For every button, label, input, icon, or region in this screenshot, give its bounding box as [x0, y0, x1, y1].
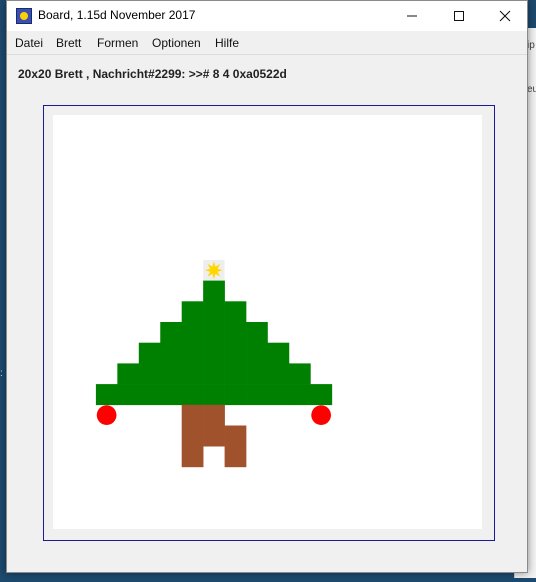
tree-cell[interactable] — [181, 384, 204, 406]
tree-cell[interactable] — [138, 363, 161, 385]
board-canvas[interactable] — [53, 115, 482, 529]
tree-cell[interactable] — [160, 384, 182, 406]
tree-cell[interactable] — [203, 301, 225, 323]
trunk-cell[interactable] — [224, 446, 247, 468]
tree-cell[interactable] — [138, 384, 161, 406]
background-window-fragment: eu — [527, 84, 536, 95]
menu-optionen[interactable]: Optionen — [152, 36, 201, 50]
ornament-cell[interactable] — [311, 405, 331, 425]
menu-brett[interactable]: Brett — [56, 36, 81, 50]
close-button[interactable] — [483, 1, 527, 31]
tree-cell[interactable] — [203, 363, 225, 385]
tree-cell[interactable] — [160, 363, 182, 385]
tree-cell[interactable] — [224, 363, 247, 385]
tree-cell[interactable] — [267, 342, 290, 364]
tree-cell[interactable] — [224, 342, 247, 364]
tree-cell[interactable] — [138, 342, 161, 364]
tree-cell[interactable] — [203, 342, 225, 364]
close-icon — [499, 10, 511, 22]
tree-cell[interactable] — [117, 384, 140, 406]
trunk-cell[interactable] — [181, 425, 204, 447]
tree-cell[interactable] — [224, 301, 247, 323]
tree-cell[interactable] — [246, 342, 268, 364]
title-bar[interactable]: Board, 1.15d November 2017 — [7, 1, 527, 31]
tree-cell[interactable] — [160, 342, 182, 364]
maximize-button[interactable] — [437, 1, 481, 31]
tree-cell[interactable] — [117, 363, 140, 385]
menu-hilfe[interactable]: Hilfe — [215, 36, 239, 50]
trunk-cell[interactable] — [181, 446, 204, 468]
board-grid[interactable] — [53, 115, 482, 529]
tree-cell[interactable] — [224, 384, 247, 406]
trunk-cell[interactable] — [181, 404, 204, 426]
tree-cell[interactable] — [246, 363, 268, 385]
tree-cell[interactable] — [203, 322, 225, 343]
star-icon — [205, 261, 223, 280]
desktop-dots: : — [0, 368, 3, 379]
tree-cell[interactable] — [160, 322, 182, 343]
tree-cell[interactable] — [181, 301, 204, 323]
board-window: Board, 1.15d November 2017 Datei Brett F… — [6, 0, 528, 573]
trunk-cell[interactable] — [203, 404, 225, 426]
tree-cell[interactable] — [288, 384, 311, 406]
tree-cell[interactable] — [203, 384, 225, 406]
minimize-button[interactable] — [390, 1, 434, 31]
tree-cell[interactable] — [181, 363, 204, 385]
ornament-cell[interactable] — [96, 405, 117, 425]
app-board-icon — [16, 8, 32, 24]
tree-cell[interactable] — [181, 342, 204, 364]
menu-bar: Datei Brett Formen Optionen Hilfe — [7, 32, 527, 55]
tree-cell[interactable] — [267, 384, 290, 406]
tree-cell[interactable] — [246, 322, 268, 343]
tree-cell[interactable] — [95, 384, 118, 406]
menu-formen[interactable]: Formen — [97, 36, 138, 50]
tree-cell[interactable] — [181, 322, 204, 343]
minimize-icon — [407, 15, 417, 17]
tree-cell[interactable] — [203, 280, 225, 302]
maximize-icon — [454, 11, 464, 21]
status-message: 20x20 Brett , Nachricht#2299: >># 8 4 0x… — [18, 67, 287, 81]
trunk-cell[interactable] — [203, 425, 225, 447]
tree-cell[interactable] — [310, 384, 333, 406]
tree-cell[interactable] — [267, 363, 290, 385]
tree-cell[interactable] — [224, 322, 247, 343]
trunk-cell[interactable] — [224, 425, 247, 447]
window-title: Board, 1.15d November 2017 — [38, 8, 196, 22]
background-window-fragment: ip — [527, 40, 535, 51]
tree-cell[interactable] — [288, 363, 311, 385]
menu-datei[interactable]: Datei — [15, 36, 43, 50]
tree-cell[interactable] — [246, 384, 268, 406]
star-cell[interactable] — [203, 259, 225, 281]
